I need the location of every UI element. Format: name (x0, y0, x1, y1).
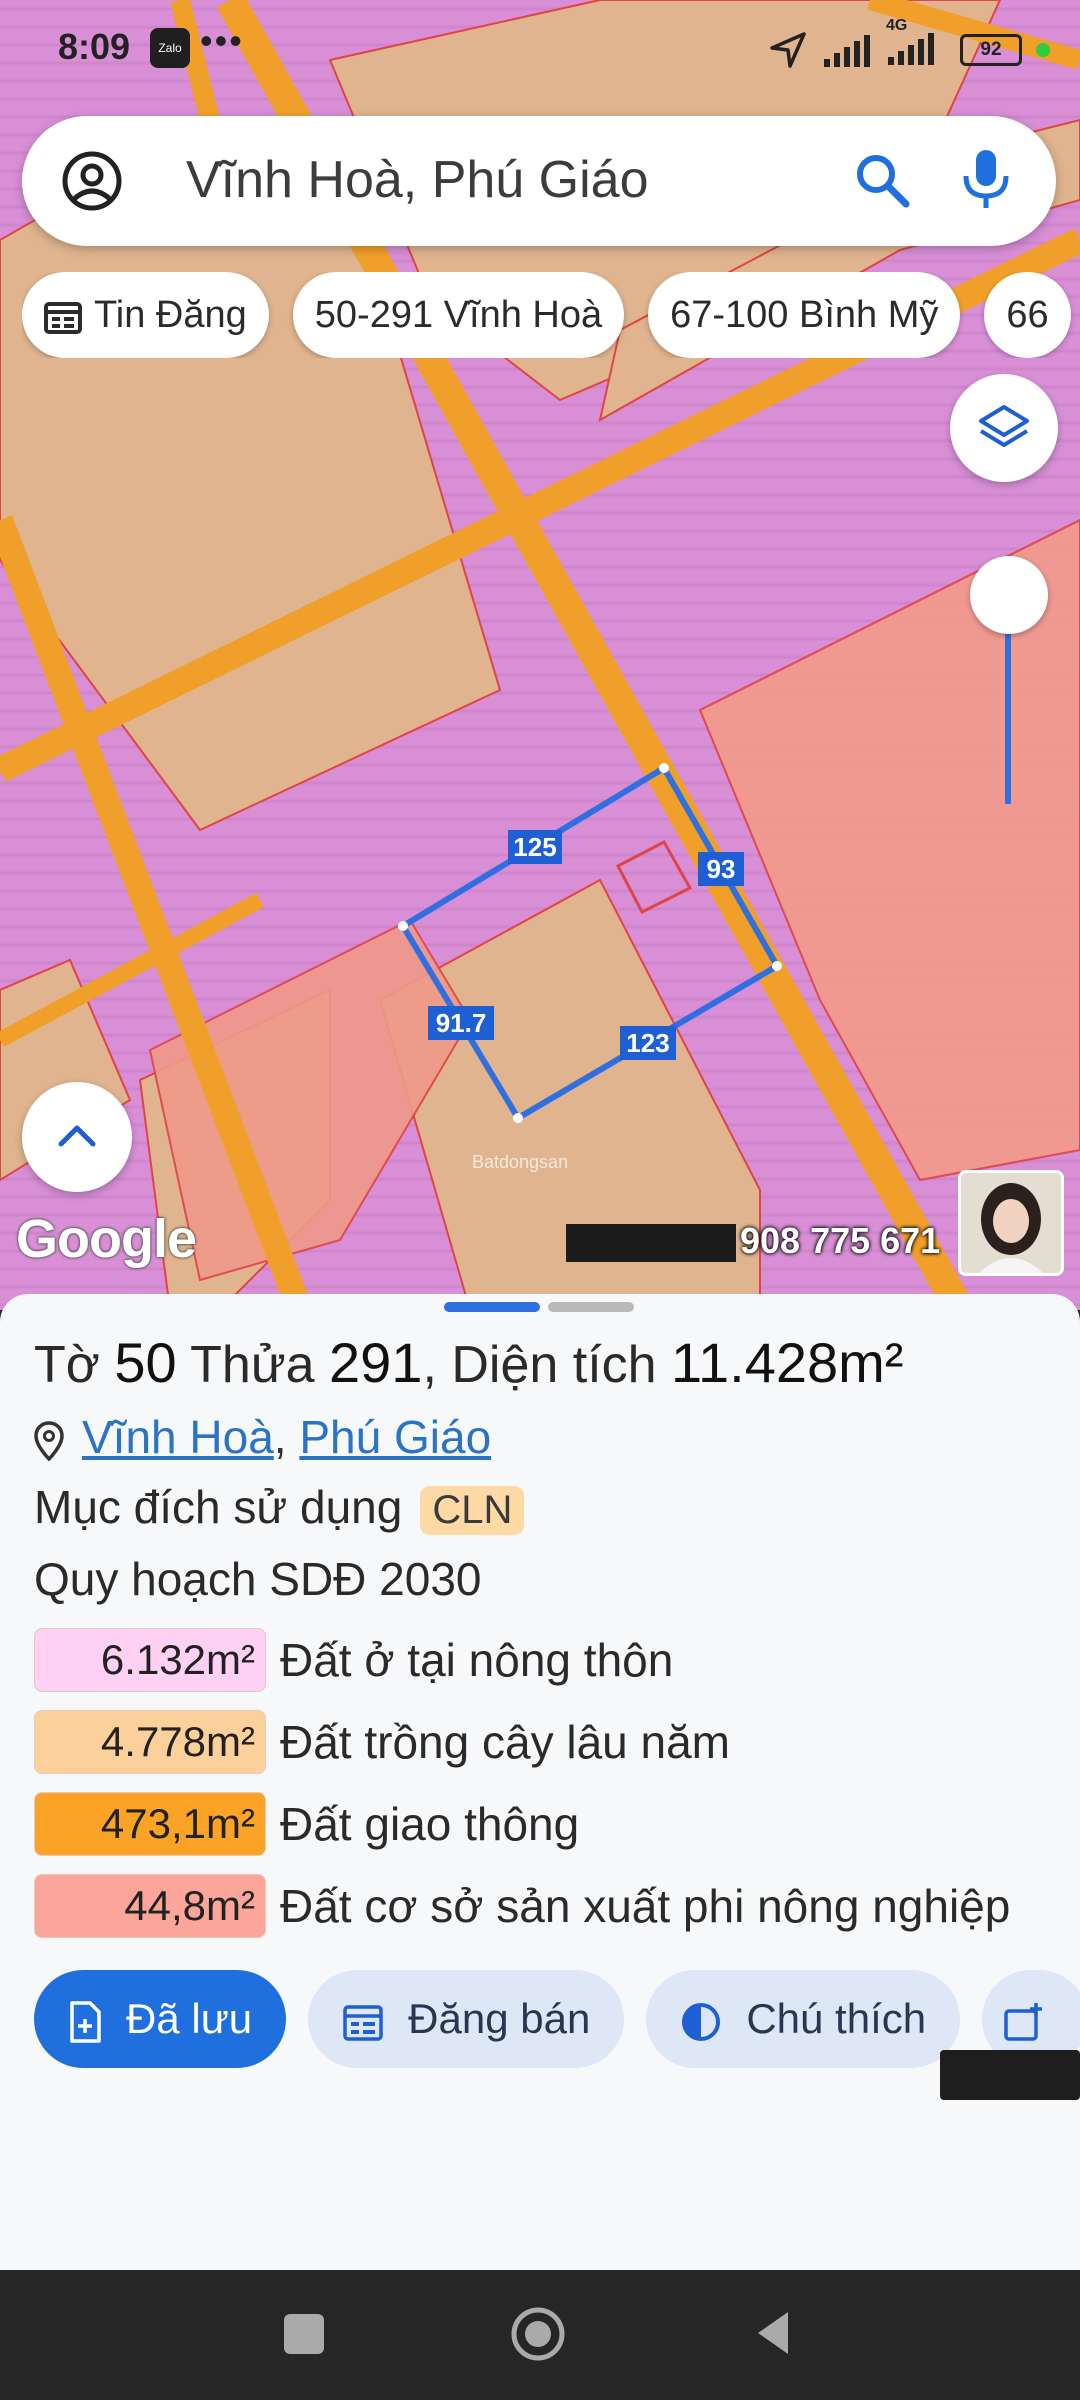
land-use-label: Đất giao thông (280, 1798, 580, 1850)
land-use-area: 4.778m² (34, 1710, 266, 1774)
agent-photo-image (961, 1173, 1061, 1273)
land-use-list: 6.132m² Đất ở tại nông thôn 4.778m² Đất tr… (34, 1628, 1080, 1956)
google-logo: Google (16, 1209, 197, 1269)
signal-4g-icon: 4G (886, 17, 946, 70)
land-purpose: Mục đích sử dụng CLN (34, 1480, 525, 1535)
chip-label: 66 (1006, 294, 1049, 336)
location-pin-icon (34, 1421, 64, 1461)
chip-parcel-more[interactable]: 66 (984, 272, 1071, 358)
expand-button[interactable] (22, 1082, 132, 1192)
parcel-location: Vĩnh Hoà, Phú Giáo (34, 1410, 491, 1464)
district-link[interactable]: Phú Giáo (299, 1411, 491, 1463)
edge-length-text: 91.7 (436, 1008, 487, 1038)
signal-icon (824, 35, 870, 67)
layers-icon (979, 405, 1029, 447)
edge-label-right: 93 (698, 852, 744, 886)
chip-parcel-binh-my[interactable]: 67-100 Bình Mỹ (648, 272, 961, 358)
land-use-area: 44,8m² (34, 1874, 266, 1938)
edge-length-text: 125 (513, 832, 556, 862)
redacted-tooltip (940, 2050, 1080, 2100)
system-nav-bar (0, 2270, 1080, 2400)
location-separator: , (273, 1411, 287, 1463)
zalo-icon: Zalo (150, 28, 190, 68)
land-use-area: 473,1m² (34, 1792, 266, 1856)
add-photo-icon (1004, 2002, 1043, 2041)
chip-listings[interactable]: Tin Đăng (22, 272, 269, 358)
land-use-row: 4.778m² Đất trồng cây lâu năm (34, 1710, 1080, 1776)
legend-button[interactable]: Chú thích (646, 1970, 961, 2068)
land-use-label: Đất ở tại nông thôn (280, 1634, 674, 1686)
plot-number: 291 (329, 1331, 423, 1394)
back-button[interactable] (752, 2308, 792, 2358)
network-type: 4G (886, 16, 908, 34)
saved-button[interactable]: Đã lưu (34, 1970, 287, 2068)
search-input[interactable]: Vĩnh Hoà, Phú Giáo (186, 150, 649, 210)
sheet-prefix: Tờ (34, 1336, 100, 1394)
parcel-details-sheet[interactable]: Tờ 50 Thửa 291, Diện tích 11.428m² Vĩnh … (0, 1294, 1080, 2270)
land-use-label: Đất trồng cây lâu năm (280, 1716, 731, 1768)
more-notifications-icon: ••• (200, 20, 244, 61)
land-use-area: 6.132m² (34, 1628, 266, 1692)
action-buttons: Đã lưu Đăng bán Chú thích (34, 1970, 1080, 2070)
status-bar: 8:09 Zalo ••• 4G 92 (0, 0, 1080, 100)
chip-label: 50-291 Vĩnh Hoà (314, 294, 603, 336)
sheet-handle[interactable] (548, 1302, 634, 1312)
chip-label: 67-100 Bình Mỹ (670, 294, 939, 336)
purpose-code-badge: CLN (420, 1486, 525, 1535)
area-value: 11.428m² (671, 1331, 904, 1394)
map-view[interactable]: 125 93 123 91.7 Batdongsan 8:09 Zalo •••… (0, 0, 1080, 1310)
search-icon[interactable] (852, 150, 912, 210)
land-use-row: 6.132m² Đất ở tại nông thôn (34, 1628, 1080, 1694)
clock: 8:09 (58, 26, 131, 67)
opacity-slider-thumb[interactable] (970, 556, 1048, 634)
post-for-sale-label: Đăng bán (408, 1995, 591, 2042)
layers-button[interactable] (950, 374, 1058, 482)
edge-label-top: 125 (508, 830, 562, 864)
document-plus-icon (70, 2001, 101, 2043)
chevron-up-icon (58, 1125, 96, 1147)
calendar-icon (44, 301, 82, 334)
land-use-label: Đất cơ sở sản xuất phi nông nghiệp (280, 1880, 1011, 1932)
filter-chips: Tin Đăng 50-291 Vĩnh Hoà 67-100 Bình Mỹ 66 (22, 272, 1080, 358)
purpose-label: Mục đích sử dụng (34, 1481, 403, 1533)
saved-label: Đã lưu (126, 1995, 253, 2042)
agent-phone-watermark: 908 775 671 (566, 1220, 941, 1263)
redacted-name (566, 1224, 736, 1263)
legend-label: Chú thích (746, 1995, 927, 2042)
mic-icon[interactable] (956, 146, 1016, 212)
calendar-icon (343, 2005, 383, 2041)
location-arrow-icon (770, 32, 806, 68)
battery-icon: 92 (960, 34, 1022, 66)
home-button[interactable] (510, 2306, 566, 2362)
privacy-indicator (1036, 43, 1050, 57)
agent-avatar[interactable] (958, 1170, 1064, 1276)
plan-title: Quy hoạch SDĐ 2030 (34, 1553, 482, 1605)
land-use-row: 44,8m² Đất cơ sở sản xuất phi nông nghiệp (34, 1874, 1080, 1940)
sheet-number: 50 (114, 1331, 177, 1394)
recents-button[interactable] (284, 2314, 324, 2354)
land-use-row: 473,1m² Đất giao thông (34, 1792, 1080, 1858)
search-bar[interactable]: Vĩnh Hoà, Phú Giáo (22, 116, 1056, 246)
account-icon[interactable] (60, 149, 124, 213)
sheet-handle-active[interactable] (444, 1302, 540, 1312)
agent-phone: 908 775 671 (740, 1220, 941, 1261)
ward-link[interactable]: Vĩnh Hoà (82, 1411, 274, 1463)
status-icons: 4G 92 (768, 17, 1050, 70)
edge-label-left: 91.7 (428, 1006, 494, 1040)
edge-length-text: 123 (626, 1028, 669, 1058)
parcel-title: Tờ 50 Thửa 291, Diện tích 11.428m² (34, 1330, 903, 1395)
edge-label-bottom: 123 (620, 1026, 676, 1060)
map-brand-watermark: Batdongsan (472, 1152, 569, 1172)
edge-length-text: 93 (707, 854, 736, 884)
contrast-icon (682, 2002, 721, 2041)
chip-label: Tin Đăng (94, 294, 247, 336)
area-label: , Diện tích (422, 1336, 657, 1394)
plot-prefix: Thửa (190, 1336, 315, 1394)
post-for-sale-button[interactable]: Đăng bán (308, 1970, 625, 2068)
chip-parcel-vinh-hoa[interactable]: 50-291 Vĩnh Hoà (292, 272, 625, 358)
